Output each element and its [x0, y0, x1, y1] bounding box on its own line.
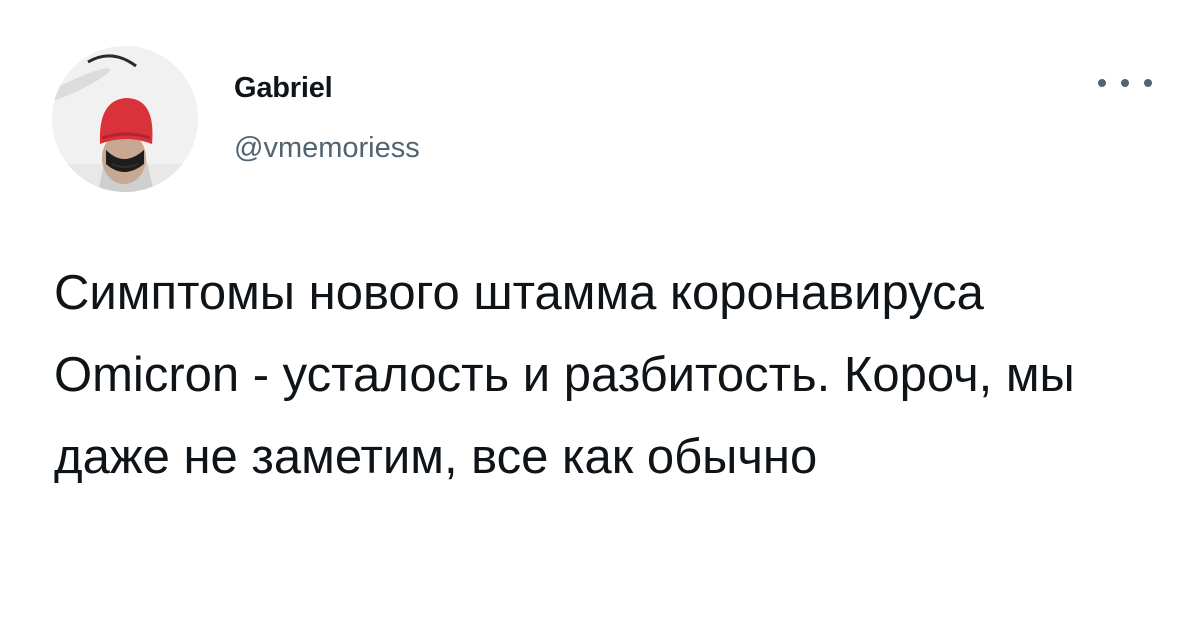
tweet-card: Gabriel @vmemoriess Симптомы нового штам… [0, 0, 1200, 628]
author-handle[interactable]: @vmemoriess [234, 130, 420, 166]
avatar-photo [52, 46, 198, 192]
more-dot [1144, 79, 1152, 87]
more-dot [1098, 79, 1106, 87]
author-name[interactable]: Gabriel [234, 70, 333, 106]
avatar[interactable] [52, 46, 198, 192]
more-options-icon[interactable] [1098, 68, 1152, 98]
tweet-text: Симптомы нового штамма коронавируса Omic… [54, 266, 1075, 484]
more-dot [1121, 79, 1129, 87]
